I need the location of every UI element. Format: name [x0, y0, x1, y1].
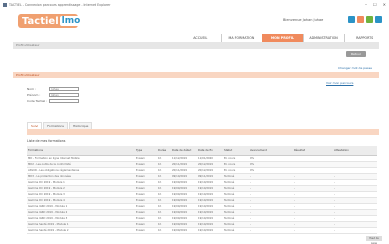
form-label: Prénom :	[27, 93, 41, 97]
column-header[interactable]: Date de fin	[197, 146, 223, 156]
form-label: Nom :	[27, 87, 36, 91]
column-header[interactable]: Formations	[27, 146, 135, 156]
list-title: Liste de mes formations	[27, 139, 66, 143]
window-titlebar: TACTIEL - Connexion parcours apprentissa…	[0, 0, 389, 10]
browser-icon	[3, 3, 7, 7]
form-row-prenom: Prénom : Johan	[27, 93, 79, 97]
change-password-link[interactable]: Changer mot de passe	[338, 66, 372, 70]
column-header[interactable]: Type	[135, 146, 157, 156]
logout-icon[interactable]	[375, 16, 382, 23]
column-header[interactable]: Durée	[157, 146, 171, 156]
table-cell[interactable]: Gamme Santé 2019 - Module 2	[27, 227, 135, 234]
logo-text-1: Tactiel	[22, 15, 59, 27]
table-cell: 1h	[157, 227, 171, 234]
breadcrumb: Profil utilisateur	[13, 42, 379, 49]
column-header[interactable]: Statut	[223, 146, 249, 156]
table-cell: -	[333, 227, 377, 234]
main-nav: ACCUEIL MA FORMATION MON PROFIL ADMINISTRAT…	[180, 34, 385, 42]
prenom-field[interactable]: Johan	[49, 93, 79, 97]
nav-tab[interactable]: MA FORMATION	[221, 34, 262, 42]
table-cell: E-learn	[135, 227, 157, 234]
profile-section-title: Profil utilisateur	[16, 73, 40, 77]
nav-tab[interactable]: MON PROFIL	[262, 34, 303, 42]
minimize-icon[interactable]: –	[365, 2, 367, 7]
table-row[interactable]: Gamme Santé 2019 - Module 2 E-learn 1h 19/0…	[27, 227, 377, 234]
form-row-nom: Nom : Juhae	[27, 87, 79, 91]
subtab-bar	[27, 129, 379, 135]
nav-tab[interactable]: RAPPORTS	[344, 34, 385, 42]
form-label: Code Tactiel :	[27, 99, 48, 103]
parcours-link[interactable]: Voir mon parcours	[326, 81, 353, 85]
logo-text-2: lmo	[59, 16, 83, 26]
nom-field[interactable]: Juhae	[49, 87, 79, 91]
maximize-icon[interactable]: ☐	[373, 2, 377, 7]
nav-tab[interactable]: ACCUEIL	[180, 34, 221, 42]
code-field[interactable]	[49, 99, 79, 103]
table-cell: -	[293, 227, 333, 234]
help-icon[interactable]	[357, 16, 364, 23]
table-cell: 19/10/2019	[197, 227, 223, 234]
back-to-top-button[interactable]: Haut de page	[366, 236, 382, 244]
tactiel-logo[interactable]: Tactiel lmo	[18, 14, 83, 28]
table-cell: -	[249, 227, 293, 234]
close-icon[interactable]: ✕	[383, 2, 386, 7]
table-cell: Terminé	[223, 227, 249, 234]
home-icon[interactable]	[348, 16, 355, 23]
window-controls: – ☐ ✕	[365, 2, 386, 7]
user-welcome: Bienvenue Johan Juhae	[283, 18, 324, 22]
user-icon-group	[348, 16, 382, 23]
header: Tactiel lmo	[0, 10, 389, 36]
nav-tab[interactable]: ADMINISTRATION	[303, 34, 344, 42]
retour-button[interactable]: Retour	[346, 51, 366, 57]
column-header[interactable]: Résultat	[293, 146, 333, 156]
table-header-row: Formations Type Durée Date de début Date de …	[27, 146, 377, 156]
form-row-code: Code Tactiel :	[27, 99, 79, 103]
profile-section-bar: Profil utilisateur	[13, 72, 379, 78]
mail-icon[interactable]	[366, 16, 373, 23]
table-cell: 19/09/2019	[171, 227, 197, 234]
breadcrumb-text: Profil utilisateur	[16, 43, 40, 47]
column-header[interactable]: Avancement	[249, 146, 293, 156]
formations-table: Formations Type Durée Date de début Date de …	[27, 146, 377, 234]
column-header[interactable]: Attestation	[333, 146, 377, 156]
window-title: TACTIEL - Connexion parcours apprentissa…	[9, 3, 111, 7]
column-header[interactable]: Date de début	[171, 146, 197, 156]
